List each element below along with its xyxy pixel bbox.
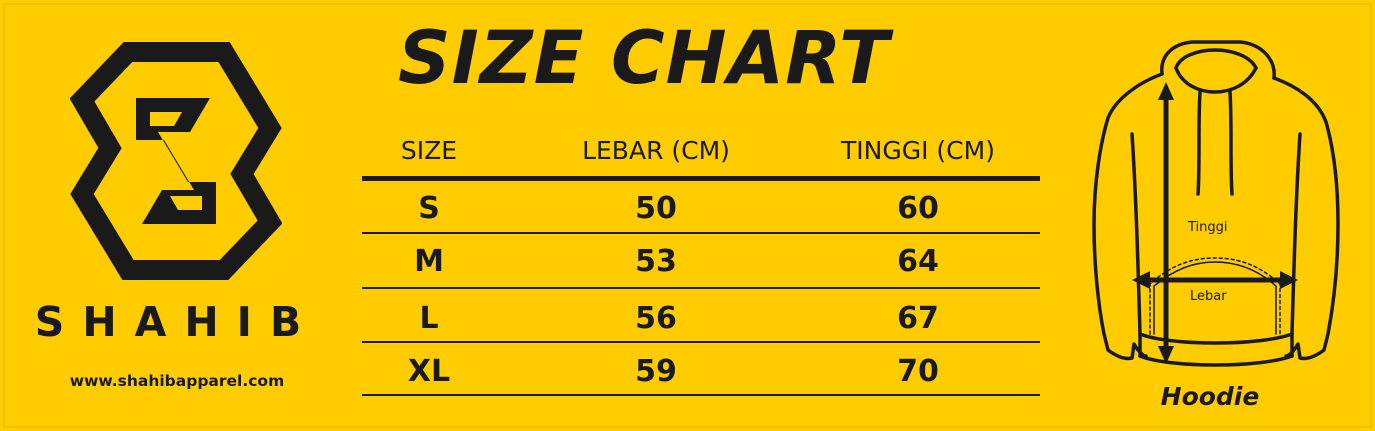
table-row: L 56 67 [362,291,1040,345]
cell-lebar: 59 [635,354,677,389]
cell-lebar: 56 [635,301,677,336]
height-label: Tinggi [1188,220,1228,235]
cell-size: XL [407,354,451,389]
page-title: SIZE CHART [398,16,890,101]
cell-tinggi: 67 [897,301,939,336]
header-tinggi: TINGGI (CM) [841,136,995,165]
width-label: Lebar [1190,289,1227,304]
table-row: M 53 64 [362,234,1040,288]
cell-size: L [419,301,439,336]
table-row: S 50 60 [362,181,1040,235]
hoodie-icon [1092,40,1340,367]
cell-tinggi: 64 [897,244,939,279]
cell-lebar: 50 [635,191,677,226]
cell-tinggi: 70 [897,354,939,389]
cell-lebar: 53 [635,244,677,279]
shahib-logo-icon [70,42,282,280]
table-row: XL 59 70 [362,344,1040,398]
header-size: SIZE [400,136,458,165]
row-divider [362,287,1040,289]
cell-size: M [414,244,444,279]
size-table: SIZE LEBAR (CM) TINGGI (CM) S 50 60 M 53… [362,128,1040,396]
cell-tinggi: 60 [897,191,939,226]
table-header: SIZE LEBAR (CM) TINGGI (CM) [362,128,1040,176]
table-bottom-rule [362,394,1040,396]
hoodie-caption: Hoodie [1160,382,1260,411]
brand-url: www.shahibapparel.com [69,372,285,390]
row-divider [362,341,1040,343]
brand-name: SHAHIB [34,298,320,346]
cell-size: S [418,191,440,226]
header-lebar: LEBAR (CM) [582,136,730,165]
